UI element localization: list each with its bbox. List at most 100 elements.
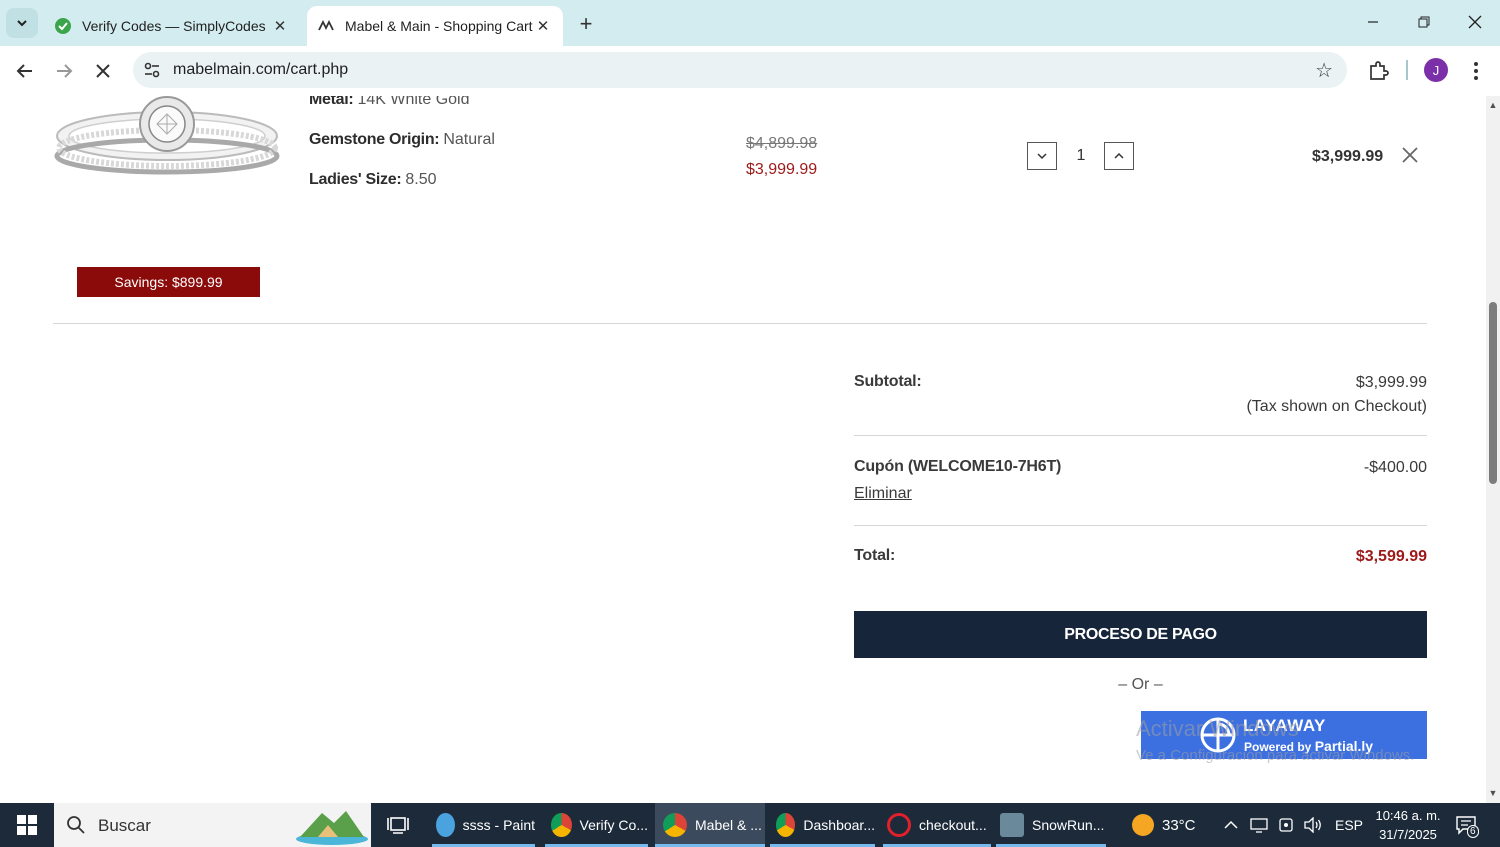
notification-center-button[interactable]: 6 — [1455, 803, 1479, 847]
show-hidden-icons-button[interactable] — [1224, 803, 1238, 847]
taskbar-app-label: ssss - Paint — [462, 817, 535, 833]
forward-button[interactable] — [48, 55, 80, 87]
attribute-label: Ladies' Size: — [309, 171, 402, 188]
taskbar-app-paint[interactable]: ssss - Paint — [432, 803, 535, 847]
input-language[interactable]: ESP — [1335, 803, 1363, 847]
chevron-up-icon — [1114, 152, 1124, 159]
attribute-value: 14K White Gold — [357, 96, 470, 108]
taskbar-app-chrome-dashboard[interactable]: Dashboar... — [770, 803, 875, 847]
tab-title: Mabel & Main - Shopping Cart — [345, 18, 533, 34]
start-button[interactable] — [0, 803, 54, 847]
tab-mabel-main[interactable]: Mabel & Main - Shopping Cart ✕ — [307, 6, 563, 46]
ladies-size-attribute: Ladies' Size: 8.50 — [309, 171, 437, 189]
restore-window-button[interactable] — [1399, 0, 1449, 44]
snowrunner-icon — [1000, 813, 1024, 837]
taskbar-app-snowrunner[interactable]: SnowRun... — [996, 803, 1106, 847]
windows-activation-watermark-subtext: Ve a Configuración para activar Windows. — [1136, 747, 1415, 764]
address-bar[interactable]: mabelmain.com/cart.php ☆ — [133, 52, 1347, 88]
bookmark-star-icon[interactable]: ☆ — [1315, 58, 1333, 83]
scroll-down-arrow-icon[interactable]: ▼ — [1488, 788, 1498, 798]
cart-page: Metal: 14K White Gold Gemstone Origin: Nat… — [0, 96, 1486, 803]
taskbar-app-label: SnowRun... — [1032, 817, 1105, 833]
arrow-left-icon — [16, 64, 32, 78]
close-window-button[interactable] — [1450, 0, 1500, 44]
weather-sun-icon — [1132, 814, 1154, 836]
chevron-down-icon — [1037, 153, 1047, 160]
weather-temperature: 33°C — [1162, 816, 1196, 834]
close-tab-icon[interactable]: ✕ — [533, 16, 553, 36]
scroll-up-arrow-icon[interactable]: ▲ — [1488, 100, 1498, 110]
more-vertical-icon — [1474, 62, 1478, 80]
total-label: Total: — [854, 547, 896, 564]
windows-activation-watermark: Activar Windows — [1136, 716, 1299, 741]
url-text: mabelmain.com/cart.php — [173, 61, 349, 78]
quantity-increase-button[interactable] — [1104, 142, 1134, 170]
or-separator: – Or – — [1118, 676, 1163, 693]
clock-time: 10:46 a. m. — [1375, 808, 1441, 823]
browser-menu-button[interactable] — [1463, 58, 1489, 84]
paint-icon — [436, 813, 455, 837]
network-icon[interactable] — [1250, 803, 1268, 847]
simplycodes-favicon-icon — [54, 17, 72, 35]
tax-note: (Tax shown on Checkout) — [1246, 398, 1427, 415]
volume-icon[interactable] — [1303, 803, 1323, 847]
back-button[interactable] — [9, 55, 41, 87]
new-tab-button[interactable]: + — [572, 10, 600, 38]
taskbar-app-chrome-mabel[interactable]: Mabel & ... — [655, 803, 765, 847]
extensions-button[interactable] — [1365, 58, 1391, 84]
taskbar-app-label: Verify Co... — [579, 817, 648, 833]
product-image-ring[interactable] — [54, 96, 284, 186]
line-total: $3,999.99 — [1312, 148, 1384, 165]
chevron-down-icon — [17, 20, 27, 27]
site-settings-icon[interactable] — [142, 60, 162, 80]
gemstone-origin-attribute: Gemstone Origin: Natural — [309, 131, 495, 149]
taskbar-app-opera-checkout[interactable]: checkout... — [883, 803, 991, 847]
close-tab-icon[interactable]: ✕ — [270, 16, 290, 36]
taskbar-search[interactable]: Buscar — [54, 803, 371, 847]
stop-loading-button[interactable] — [87, 55, 119, 87]
chrome-icon — [551, 813, 572, 837]
tab-title: Verify Codes — SimplyCodes — [82, 18, 266, 34]
mabel-main-favicon-icon — [317, 17, 335, 35]
tab-search-button[interactable] — [6, 8, 38, 38]
vpn-icon[interactable] — [1278, 803, 1294, 847]
chevron-up-icon — [1224, 820, 1238, 829]
close-icon — [96, 64, 110, 78]
page-scrollbar[interactable]: ▲ ▼ — [1486, 96, 1500, 803]
opera-icon — [887, 813, 911, 837]
metal-attribute: Metal: 14K White Gold — [309, 96, 470, 109]
checkout-button[interactable]: PROCESO DE PAGO — [854, 611, 1427, 658]
arrow-right-icon — [57, 64, 73, 78]
summary-divider — [854, 435, 1427, 436]
attribute-label: Metal: — [309, 96, 354, 108]
quantity-value[interactable]: 1 — [1070, 147, 1092, 165]
task-view-icon — [387, 817, 409, 834]
quantity-decrease-button[interactable] — [1027, 142, 1057, 170]
taskbar-app-chrome-verify[interactable]: Verify Co... — [545, 803, 648, 847]
coupon-value: -$400.00 — [1363, 459, 1427, 476]
profile-avatar[interactable]: J — [1424, 58, 1448, 82]
weather-widget[interactable]: 33°C — [1132, 803, 1196, 847]
chrome-icon — [776, 813, 796, 837]
cart-divider — [53, 323, 1427, 324]
taskbar-app-label: Dashboar... — [803, 817, 875, 833]
task-view-button[interactable] — [385, 803, 411, 847]
toolbar-separator — [1406, 60, 1408, 80]
remove-item-icon[interactable] — [1399, 144, 1421, 166]
savings-badge: Savings: $899.99 — [77, 267, 260, 297]
taskbar-app-label: Mabel & ... — [695, 817, 762, 833]
search-placeholder: Buscar — [98, 816, 151, 835]
summary-divider — [854, 525, 1427, 526]
notification-count-badge: 6 — [1467, 825, 1479, 838]
original-price: $4,899.98 — [746, 135, 818, 152]
clock[interactable]: 10:46 a. m. 31/7/2025 — [1366, 803, 1450, 847]
tab-verify-codes[interactable]: Verify Codes — SimplyCodes ✕ — [44, 6, 300, 46]
attribute-value: Natural — [443, 131, 495, 148]
browser-tab-bar: Verify Codes — SimplyCodes ✕ Mabel & Mai… — [0, 0, 1500, 46]
subtotal-label: Subtotal: — [854, 373, 922, 390]
scrollbar-thumb[interactable] — [1489, 302, 1497, 484]
minimize-window-button[interactable] — [1348, 0, 1398, 44]
search-icon — [67, 816, 85, 834]
chrome-icon — [663, 813, 687, 837]
remove-coupon-link[interactable]: Eliminar — [854, 485, 912, 503]
